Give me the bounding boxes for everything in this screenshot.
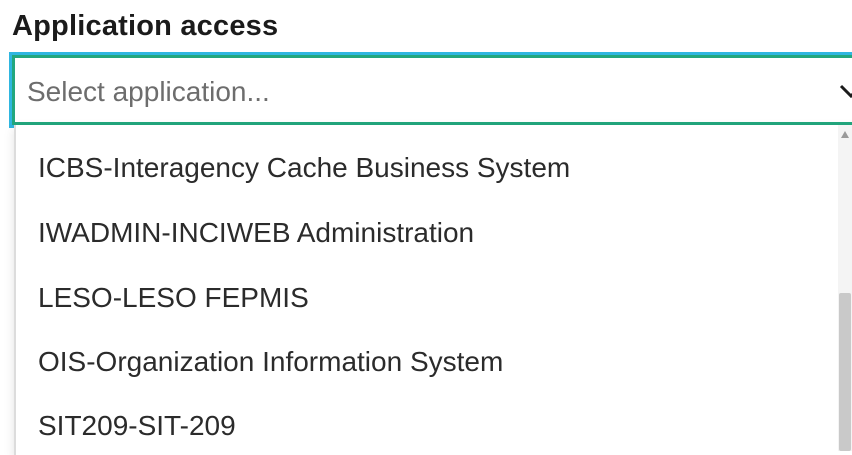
field-label: Application access [12,10,279,42]
option-leso[interactable]: LESO-LESO FEPMIS [38,282,309,314]
options-dropdown: ICBS-Interagency Cache Business System I… [14,125,852,455]
scroll-up-arrow-icon[interactable] [840,130,850,140]
select-placeholder: Select application... [27,76,270,107]
scrollbar-thumb[interactable] [839,293,851,451]
option-iwadmin[interactable]: IWADMIN-INCIWEB Administration [38,217,474,249]
chevron-down-icon[interactable] [837,70,852,110]
option-ois[interactable]: OIS-Organization Information System [38,346,503,378]
option-icbs[interactable]: ICBS-Interagency Cache Business System [38,152,570,184]
application-select[interactable]: Select application... [9,52,852,128]
option-sit209[interactable]: SIT209-SIT-209 [38,410,236,442]
